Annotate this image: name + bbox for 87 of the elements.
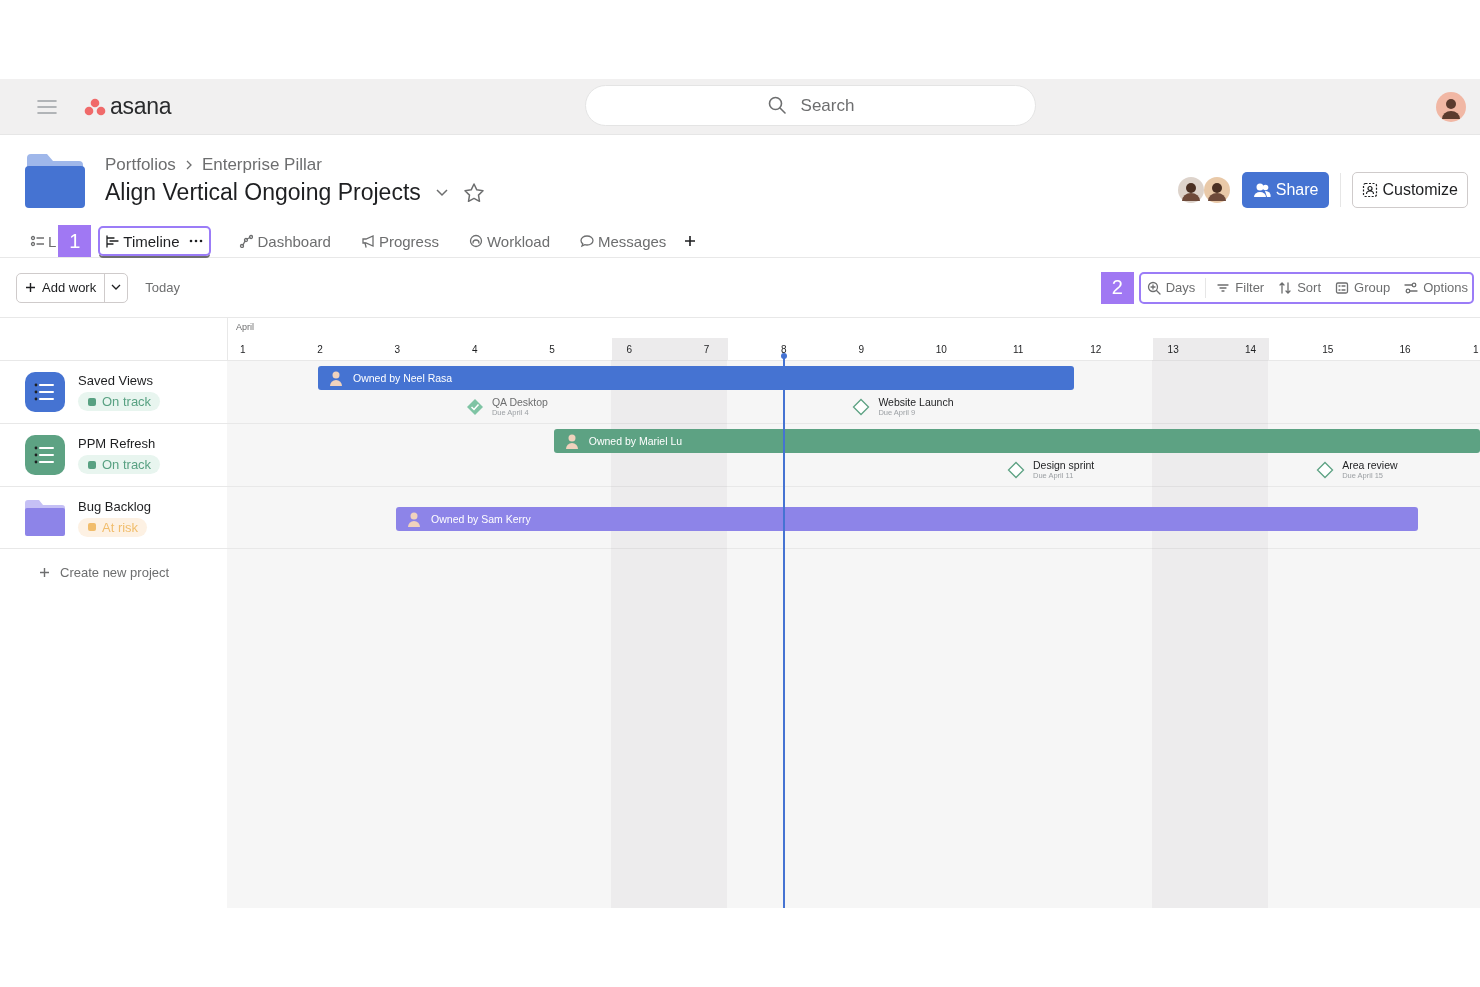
toolbar-button[interactable]: Sort	[1278, 280, 1322, 295]
milestone-name: Design sprint	[1033, 459, 1095, 471]
milestone-done-icon[interactable]	[465, 397, 484, 416]
month-label: April	[236, 322, 254, 332]
people-icon	[1252, 182, 1271, 198]
timeline-bar[interactable]: Owned by Mariel Lu	[553, 429, 1480, 453]
day-label: 3	[394, 343, 401, 355]
logo[interactable]: asana	[84, 93, 172, 120]
annotation-marker: 2	[1100, 271, 1134, 304]
annotation-marker: 1	[58, 225, 92, 257]
day-label: 4	[471, 343, 478, 355]
milestone-name: QA Desktop	[491, 396, 548, 408]
plus-icon	[25, 282, 36, 293]
zoom-icon	[1146, 280, 1161, 295]
day-label: 13	[1167, 343, 1179, 355]
day-label: 1	[1473, 343, 1479, 355]
sort-icon	[1278, 280, 1293, 295]
day-label: 8	[781, 343, 787, 355]
view-tab[interactable]: Dashboard	[237, 226, 333, 256]
day-label: 11	[1013, 343, 1024, 355]
view-tab[interactable]: Workload	[466, 226, 552, 256]
day-label: 7	[703, 343, 710, 355]
view-tab[interactable]: L	[28, 226, 59, 256]
person-icon	[328, 370, 343, 386]
breadcrumb-link[interactable]: Enterprise Pillar	[201, 155, 322, 175]
person-icon	[564, 433, 579, 449]
milestone-name: Area review	[1342, 459, 1398, 471]
project-title: Align Vertical Ongoing Projects	[105, 179, 421, 206]
avatar-icon[interactable]	[1436, 91, 1466, 122]
add-work-button[interactable]: Add work	[16, 272, 129, 303]
avatar-icon	[1177, 177, 1204, 203]
toolbar-button[interactable]: Group	[1335, 280, 1391, 295]
day-label: 5	[549, 343, 555, 355]
customize-icon	[1362, 182, 1379, 198]
milestone-icon[interactable]	[1007, 460, 1025, 479]
day-label: 9	[858, 343, 864, 355]
create-project-button[interactable]: Create new project	[0, 549, 227, 580]
status-badge: On track	[78, 455, 161, 474]
project-name[interactable]: Saved Views	[78, 373, 153, 388]
milestone-icon[interactable]	[852, 397, 871, 416]
day-label: 6	[626, 343, 633, 355]
view-tab[interactable]: Messages	[578, 226, 669, 256]
options-icon	[1404, 280, 1419, 295]
timeline-icon	[105, 234, 120, 248]
chart-icon	[239, 234, 254, 248]
search-field[interactable]: Search	[585, 85, 1036, 126]
status-badge: On track	[78, 392, 161, 411]
milestone-icon[interactable]	[1316, 460, 1335, 479]
project-name[interactable]: PPM Refresh	[78, 436, 156, 451]
gauge-icon	[468, 234, 483, 248]
more-icon	[189, 239, 204, 243]
toolbar-button[interactable]: Days	[1146, 280, 1196, 295]
breadcrumb-link[interactable]: Portfolios	[105, 155, 176, 175]
project-name[interactable]: Bug Backlog	[78, 498, 151, 514]
chevron-down-icon[interactable]	[434, 187, 449, 198]
folder-icon	[25, 152, 85, 208]
timeline-bar[interactable]: Owned by Neel Rasa	[317, 366, 1074, 390]
add-tab-icon[interactable]	[684, 235, 697, 247]
avatar-icon	[1203, 177, 1230, 203]
day-label: 2	[317, 343, 323, 355]
toolbar-button[interactable]: Options	[1404, 280, 1468, 295]
customize-button[interactable]: Customize	[1352, 172, 1468, 208]
day-label: 15	[1322, 343, 1334, 355]
person-icon	[407, 511, 422, 527]
search-icon	[768, 96, 786, 114]
status-badge: At risk	[78, 517, 148, 537]
list-icon	[30, 234, 44, 248]
share-button[interactable]: Share	[1241, 172, 1330, 208]
day-label: 10	[935, 343, 947, 355]
view-tab[interactable]: Timeline	[98, 226, 212, 256]
day-label: 1	[240, 343, 246, 355]
logo-dots-icon	[84, 97, 106, 116]
speech-bubble-icon	[580, 234, 594, 248]
group-icon	[1335, 280, 1350, 295]
day-label: 16	[1399, 343, 1411, 355]
star-icon[interactable]	[462, 181, 485, 204]
day-label: 14	[1244, 343, 1256, 355]
view-tab[interactable]: Progress	[358, 226, 441, 256]
timeline-bar[interactable]: Owned by Sam Kerry	[396, 507, 1418, 531]
plus-icon	[39, 567, 50, 578]
caret-icon	[111, 284, 122, 291]
menu-icon[interactable]	[36, 97, 58, 116]
today-button[interactable]: Today	[145, 280, 180, 295]
day-label: 12	[1090, 343, 1102, 355]
megaphone-icon	[360, 234, 375, 248]
toolbar-button[interactable]: Filter	[1216, 280, 1265, 295]
milestone-name: Website Launch	[878, 396, 954, 408]
